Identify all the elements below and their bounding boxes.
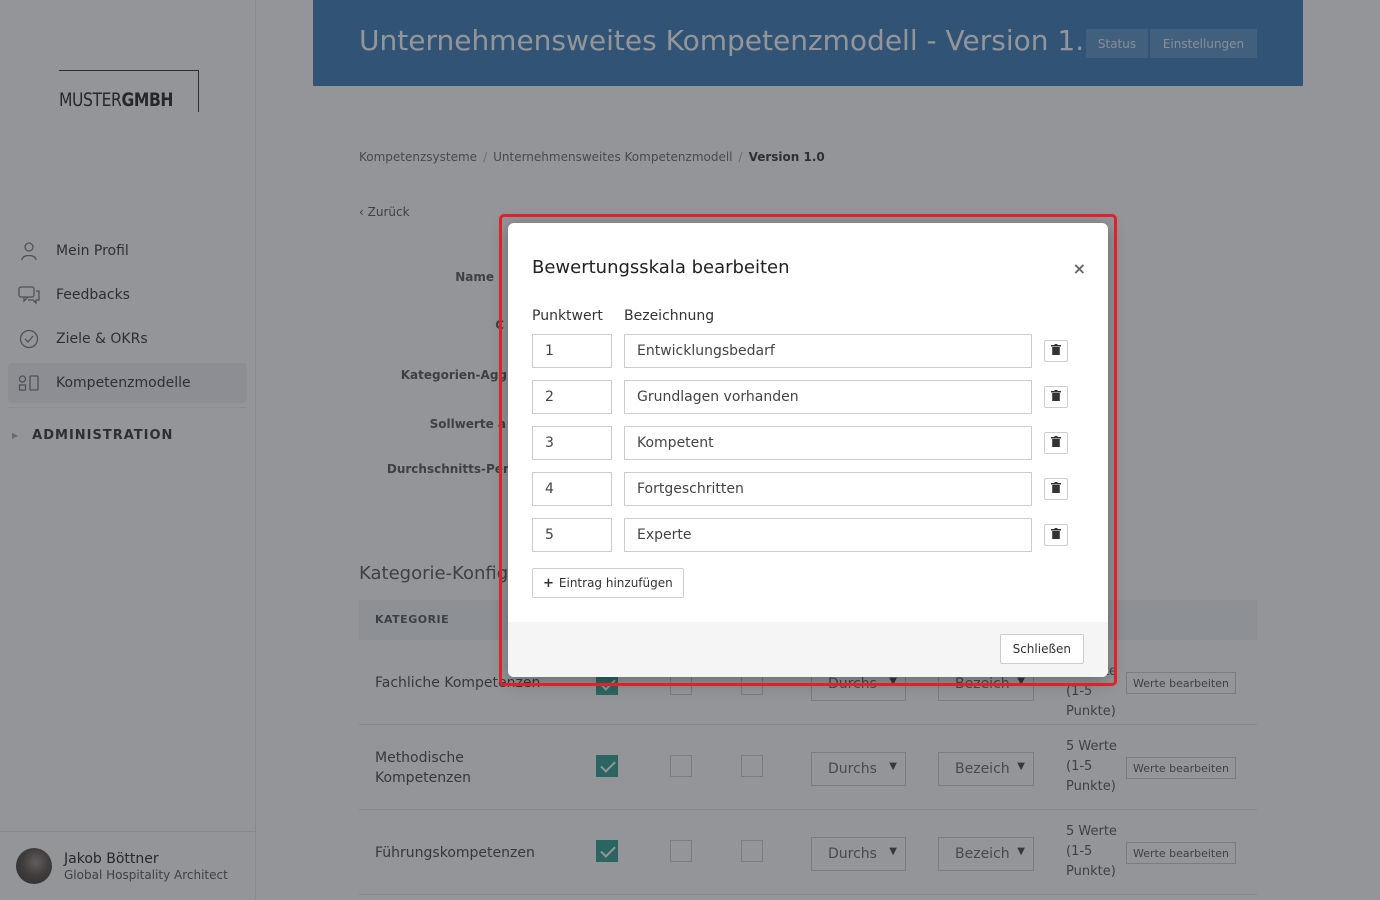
delete-row-button[interactable] [1044,478,1068,500]
points-input[interactable] [532,334,612,368]
label-input[interactable] [624,472,1032,506]
modal-title: Bewertungsskala bearbeiten [532,257,790,278]
col-label-points: Punktwert [532,308,603,324]
label-input[interactable] [624,426,1032,460]
trash-icon [1051,435,1061,451]
trash-icon [1051,527,1061,543]
plus-icon: + [543,575,554,591]
points-input[interactable] [532,426,612,460]
modal-footer: Schließen [508,622,1108,677]
trash-icon [1051,481,1061,497]
label-input[interactable] [624,518,1032,552]
trash-icon [1051,389,1061,405]
col-label-name: Bezeichnung [624,308,715,324]
delete-row-button[interactable] [1044,386,1068,408]
points-input[interactable] [532,380,612,414]
delete-row-button[interactable] [1044,432,1068,454]
add-entry-label: Eintrag hinzufügen [558,576,673,590]
trash-icon [1051,343,1061,359]
delete-row-button[interactable] [1044,524,1068,546]
close-button[interactable]: Schließen [999,634,1084,664]
rating-scale-modal: Bewertungsskala bearbeiten × Punktwert B… [508,223,1108,677]
points-input[interactable] [532,518,612,552]
close-icon[interactable]: × [1073,259,1086,278]
delete-row-button[interactable] [1044,340,1068,362]
label-input[interactable] [624,334,1032,368]
label-input[interactable] [624,380,1032,414]
points-input[interactable] [532,472,612,506]
add-entry-button[interactable]: + Eintrag hinzufügen [532,568,684,598]
